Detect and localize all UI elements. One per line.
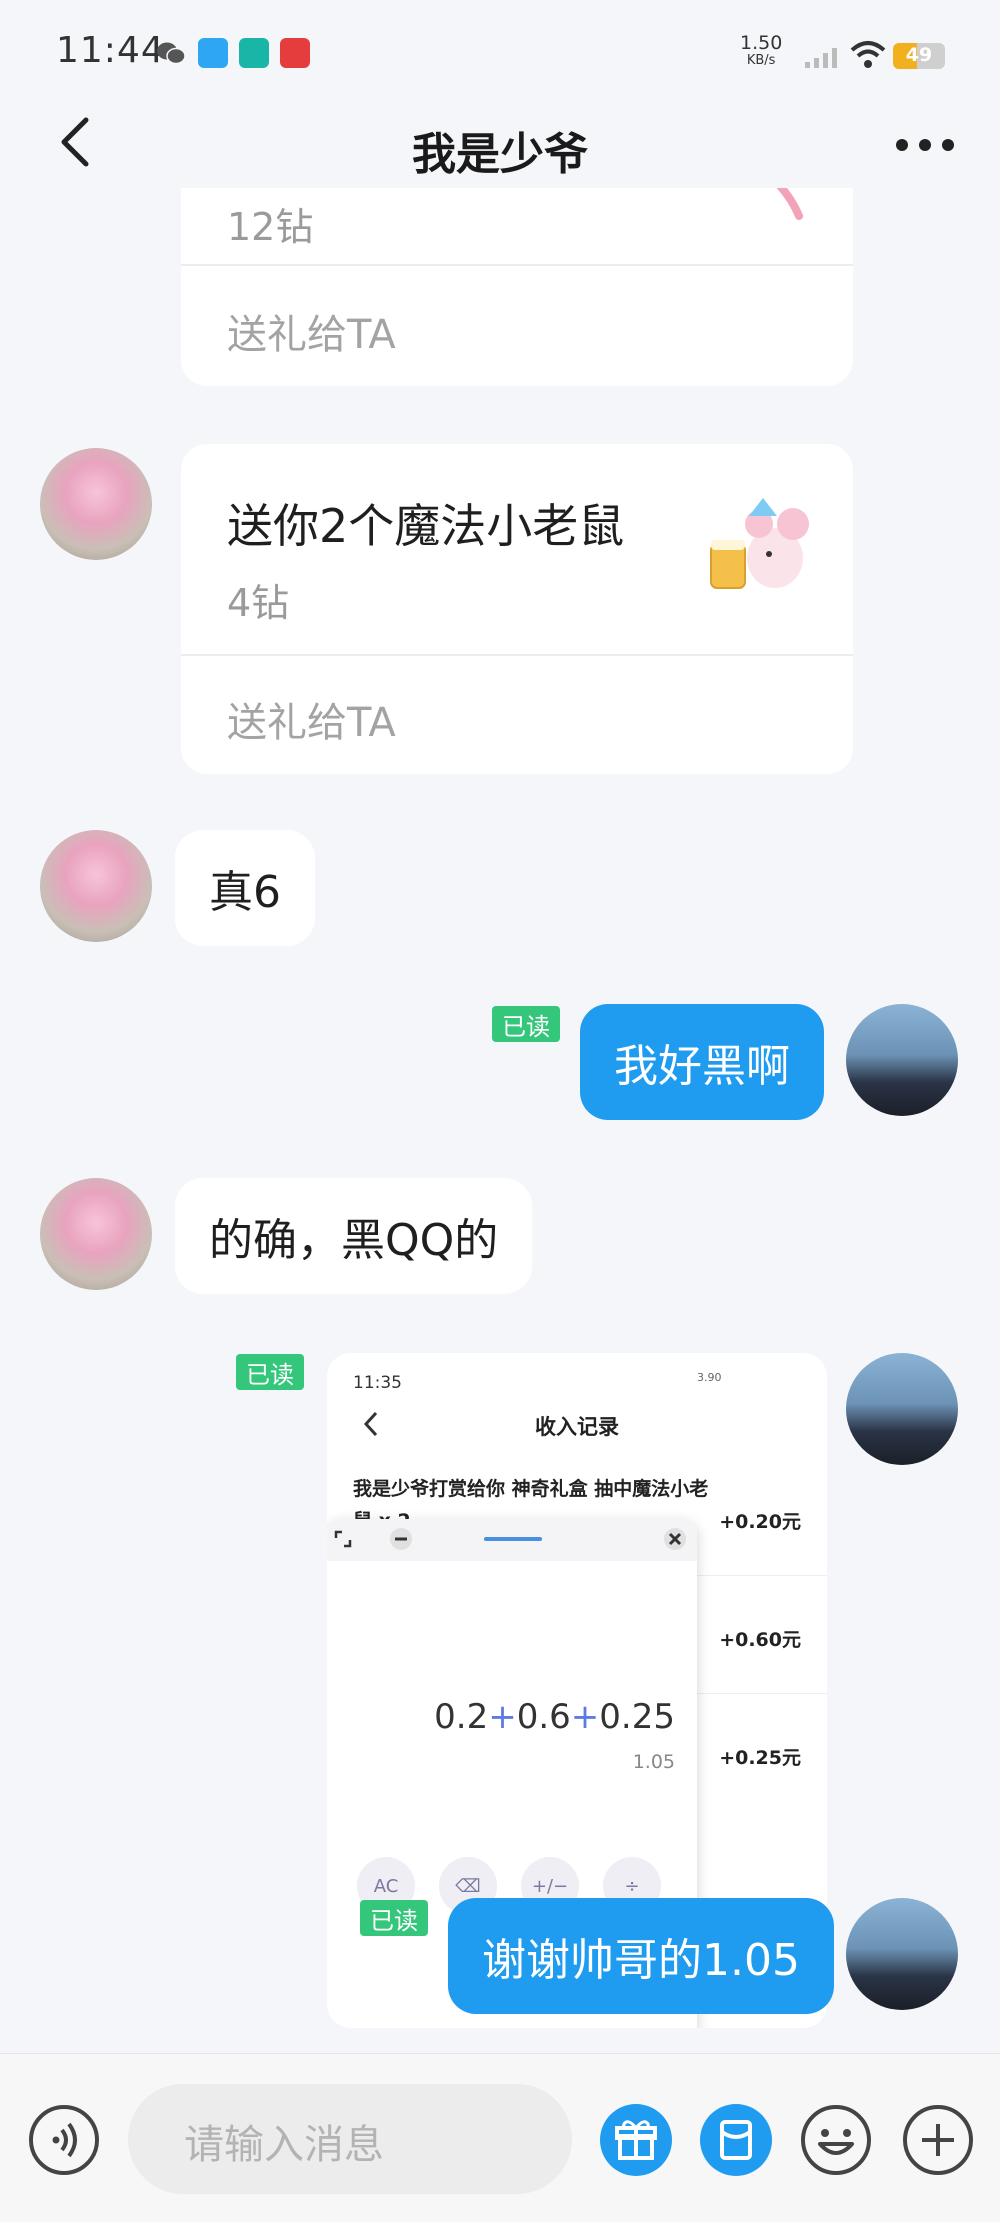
- message-list[interactable]: 12钻 送礼给TA 送你2个魔法小老鼠 4钻 送礼给TA 真6 已读 我好黑啊: [0, 188, 1000, 2053]
- send-gift-link[interactable]: 送礼给TA: [227, 690, 396, 748]
- gift-price: 12钻: [227, 205, 314, 249]
- message-bubble[interactable]: 的确，黑QQ的: [175, 1178, 533, 1294]
- boss-zhipin-icon: [239, 38, 269, 68]
- status-bar: 11:44 1.50 KB/s 49: [0, 0, 1000, 100]
- more-options-icon[interactable]: [890, 120, 960, 170]
- screenshot-time: 11:35: [353, 1373, 402, 1393]
- message-input[interactable]: 请输入消息: [128, 2084, 572, 2194]
- send-gift-link[interactable]: 送礼给TA: [227, 302, 396, 360]
- red-packet-icon[interactable]: [700, 2104, 772, 2176]
- avatar[interactable]: [40, 1178, 152, 1290]
- wechat-icon: [157, 42, 186, 65]
- nav-bar: 我是少爷: [0, 100, 1000, 190]
- gift-card[interactable]: 12钻 送礼给TA: [181, 188, 853, 386]
- network-speed: 1.50 KB/s: [740, 32, 783, 69]
- voice-icon[interactable]: [28, 2104, 100, 2176]
- read-badge: 已读: [360, 1900, 428, 1936]
- message-bubble[interactable]: 谢谢帅哥的1.05: [448, 1898, 834, 2014]
- chat-title: 我是少爷: [412, 129, 588, 180]
- read-badge: 已读: [492, 1006, 560, 1042]
- income-amount: +0.25元: [719, 1747, 801, 1769]
- income-amount: +0.60元: [719, 1629, 801, 1651]
- avatar[interactable]: [40, 830, 152, 942]
- plus-icon[interactable]: [902, 2104, 974, 2176]
- message-bubble[interactable]: 我好黑啊: [580, 1004, 824, 1120]
- gift-price: 4钻: [227, 581, 290, 625]
- status-time: 11:44: [56, 30, 165, 71]
- screenshot-speed: 3.90: [697, 1371, 722, 1384]
- avatar[interactable]: [846, 1898, 958, 2010]
- avatar[interactable]: [40, 448, 152, 560]
- calculator-expression: 0.2+0.6+0.25: [434, 1697, 675, 1737]
- input-bar: 请输入消息: [0, 2053, 1000, 2222]
- income-amount: +0.20元: [719, 1511, 801, 1533]
- gift-card[interactable]: 送你2个魔法小老鼠 4钻 送礼给TA: [181, 444, 853, 774]
- calculator-result: 1.05: [632, 1751, 675, 1773]
- message-bubble[interactable]: 真6: [175, 830, 315, 946]
- gift-icon[interactable]: [600, 2104, 672, 2176]
- avatar[interactable]: [846, 1004, 958, 1116]
- wifi-icon: [850, 41, 886, 68]
- gift-sticker-icon: [776, 188, 803, 220]
- screenshot-title: 收入记录: [535, 1415, 619, 1439]
- signal-icon: [805, 48, 837, 68]
- avatar[interactable]: [846, 1353, 958, 1465]
- blue-app-icon: [198, 38, 228, 68]
- expand-icon: [334, 1530, 352, 1548]
- minimize-icon: [390, 1528, 412, 1550]
- message-input-placeholder: 请输入消息: [184, 2122, 384, 2168]
- red-heart-app-icon: [280, 38, 310, 68]
- close-icon: [664, 1528, 686, 1550]
- read-badge: 已读: [236, 1354, 304, 1390]
- magic-mouse-sticker-icon: [710, 498, 809, 589]
- emoji-icon[interactable]: [800, 2104, 872, 2176]
- gift-title: 送你2个魔法小老鼠: [227, 499, 625, 553]
- battery-icon: 49: [893, 43, 945, 69]
